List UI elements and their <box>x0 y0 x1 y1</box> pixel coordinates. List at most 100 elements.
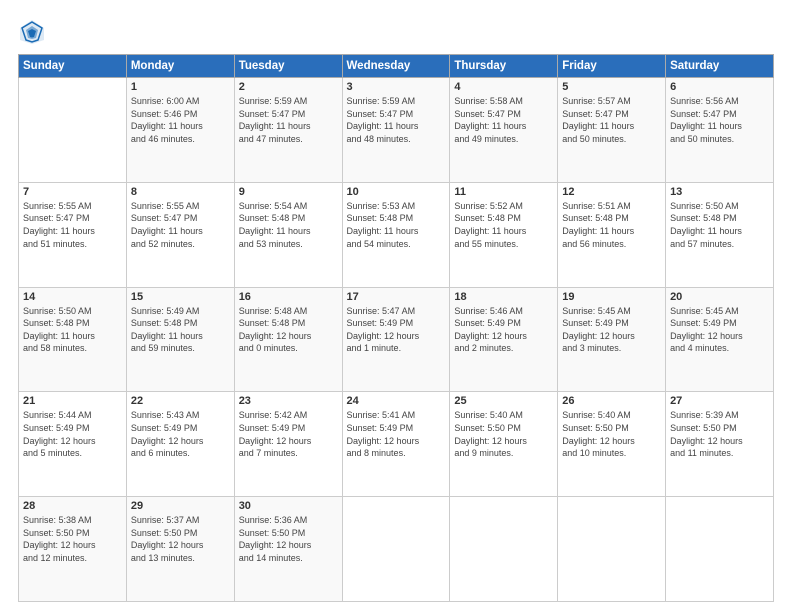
day-number: 21 <box>23 395 122 407</box>
day-number: 13 <box>670 186 769 198</box>
calendar-cell: 27 Sunrise: 5:39 AM Sunset: 5:50 PM Dayli… <box>666 392 774 497</box>
day-number: 24 <box>347 395 446 407</box>
day-number: 6 <box>670 81 769 93</box>
calendar-header-wednesday: Wednesday <box>342 55 450 78</box>
logo <box>18 18 50 46</box>
calendar-cell: 26Sunrise: 5:40 AM Sunset: 5:50 PM Dayli… <box>558 392 666 497</box>
calendar-cell: 8 Sunrise: 5:55 AM Sunset: 5:47 PM Daylig… <box>126 182 234 287</box>
day-number: 27 <box>670 395 769 407</box>
day-number: 3 <box>347 81 446 93</box>
day-info: Sunrise: 5:59 AM Sunset: 5:47 PM Dayligh… <box>347 95 446 145</box>
calendar-cell: 4 Sunrise: 5:58 AM Sunset: 5:47 PM Daylig… <box>450 78 558 183</box>
calendar-cell: 19 Sunrise: 5:45 AM Sunset: 5:49 PM Dayli… <box>558 287 666 392</box>
day-number: 9 <box>239 186 338 198</box>
day-info: Sunrise: 5:37 AM Sunset: 5:50 PM Dayligh… <box>131 514 230 564</box>
day-info: Sunrise: 5:39 AM Sunset: 5:50 PM Dayligh… <box>670 409 769 459</box>
calendar-cell: 23 Sunrise: 5:42 AM Sunset: 5:49 PM Dayli… <box>234 392 342 497</box>
day-number: 1 <box>131 81 230 93</box>
calendar-cell: 1 Sunrise: 6:00 AM Sunset: 5:46 PM Daylig… <box>126 78 234 183</box>
day-number: 30 <box>239 500 338 512</box>
calendar-week-5: 28 Sunrise: 5:38 AM Sunset: 5:50 PM Dayli… <box>19 497 774 602</box>
day-number: 28 <box>23 500 122 512</box>
day-number: 29 <box>131 500 230 512</box>
day-number: 17 <box>347 291 446 303</box>
day-info: Sunrise: 5:38 AM Sunset: 5:50 PM Dayligh… <box>23 514 122 564</box>
calendar-cell <box>19 78 127 183</box>
calendar-cell: 12Sunrise: 5:51 AM Sunset: 5:48 PM Dayli… <box>558 182 666 287</box>
calendar-header-friday: Friday <box>558 55 666 78</box>
calendar-cell: 24 Sunrise: 5:41 AM Sunset: 5:49 PM Dayli… <box>342 392 450 497</box>
calendar-cell: 6 Sunrise: 5:56 AM Sunset: 5:47 PM Daylig… <box>666 78 774 183</box>
day-info: Sunrise: 5:48 AM Sunset: 5:48 PM Dayligh… <box>239 305 338 355</box>
calendar-week-4: 21 Sunrise: 5:44 AM Sunset: 5:49 PM Dayli… <box>19 392 774 497</box>
calendar-cell: 22 Sunrise: 5:43 AM Sunset: 5:49 PM Dayli… <box>126 392 234 497</box>
day-info: Sunrise: 5:50 AM Sunset: 5:48 PM Dayligh… <box>23 305 122 355</box>
day-number: 20 <box>670 291 769 303</box>
day-number: 19 <box>562 291 661 303</box>
day-info: Sunrise: 5:41 AM Sunset: 5:49 PM Dayligh… <box>347 409 446 459</box>
day-number: 16 <box>239 291 338 303</box>
calendar-cell <box>450 497 558 602</box>
calendar-cell: 5Sunrise: 5:57 AM Sunset: 5:47 PM Daylig… <box>558 78 666 183</box>
day-info: Sunrise: 5:54 AM Sunset: 5:48 PM Dayligh… <box>239 200 338 250</box>
day-number: 10 <box>347 186 446 198</box>
calendar-header-tuesday: Tuesday <box>234 55 342 78</box>
day-info: Sunrise: 6:00 AM Sunset: 5:46 PM Dayligh… <box>131 95 230 145</box>
calendar-cell: 13Sunrise: 5:50 AM Sunset: 5:48 PM Dayli… <box>666 182 774 287</box>
day-info: Sunrise: 5:56 AM Sunset: 5:47 PM Dayligh… <box>670 95 769 145</box>
calendar-cell: 16 Sunrise: 5:48 AM Sunset: 5:48 PM Dayli… <box>234 287 342 392</box>
day-info: Sunrise: 5:55 AM Sunset: 5:47 PM Dayligh… <box>131 200 230 250</box>
calendar-week-1: 1 Sunrise: 6:00 AM Sunset: 5:46 PM Daylig… <box>19 78 774 183</box>
calendar-header-thursday: Thursday <box>450 55 558 78</box>
day-number: 23 <box>239 395 338 407</box>
calendar-cell: 17Sunrise: 5:47 AM Sunset: 5:49 PM Dayli… <box>342 287 450 392</box>
calendar-header-monday: Monday <box>126 55 234 78</box>
day-info: Sunrise: 5:44 AM Sunset: 5:49 PM Dayligh… <box>23 409 122 459</box>
header <box>18 18 774 46</box>
day-number: 14 <box>23 291 122 303</box>
day-info: Sunrise: 5:58 AM Sunset: 5:47 PM Dayligh… <box>454 95 553 145</box>
page: SundayMondayTuesdayWednesdayThursdayFrid… <box>0 0 792 612</box>
calendar-cell: 21 Sunrise: 5:44 AM Sunset: 5:49 PM Dayli… <box>19 392 127 497</box>
day-number: 2 <box>239 81 338 93</box>
day-info: Sunrise: 5:43 AM Sunset: 5:49 PM Dayligh… <box>131 409 230 459</box>
day-number: 18 <box>454 291 553 303</box>
day-info: Sunrise: 5:51 AM Sunset: 5:48 PM Dayligh… <box>562 200 661 250</box>
day-info: Sunrise: 5:49 AM Sunset: 5:48 PM Dayligh… <box>131 305 230 355</box>
day-number: 22 <box>131 395 230 407</box>
calendar-cell: 15 Sunrise: 5:49 AM Sunset: 5:48 PM Dayli… <box>126 287 234 392</box>
day-number: 8 <box>131 186 230 198</box>
calendar-cell: 25Sunrise: 5:40 AM Sunset: 5:50 PM Dayli… <box>450 392 558 497</box>
calendar-cell: 14 Sunrise: 5:50 AM Sunset: 5:48 PM Dayli… <box>19 287 127 392</box>
logo-icon <box>18 18 46 46</box>
calendar-cell: 18Sunrise: 5:46 AM Sunset: 5:49 PM Dayli… <box>450 287 558 392</box>
day-info: Sunrise: 5:40 AM Sunset: 5:50 PM Dayligh… <box>562 409 661 459</box>
day-number: 5 <box>562 81 661 93</box>
day-number: 15 <box>131 291 230 303</box>
day-info: Sunrise: 5:45 AM Sunset: 5:49 PM Dayligh… <box>562 305 661 355</box>
calendar-cell: 29 Sunrise: 5:37 AM Sunset: 5:50 PM Dayli… <box>126 497 234 602</box>
day-number: 7 <box>23 186 122 198</box>
day-info: Sunrise: 5:36 AM Sunset: 5:50 PM Dayligh… <box>239 514 338 564</box>
calendar-header-row: SundayMondayTuesdayWednesdayThursdayFrid… <box>19 55 774 78</box>
day-info: Sunrise: 5:59 AM Sunset: 5:47 PM Dayligh… <box>239 95 338 145</box>
day-number: 11 <box>454 186 553 198</box>
calendar-week-3: 14 Sunrise: 5:50 AM Sunset: 5:48 PM Dayli… <box>19 287 774 392</box>
calendar: SundayMondayTuesdayWednesdayThursdayFrid… <box>18 54 774 602</box>
day-info: Sunrise: 5:52 AM Sunset: 5:48 PM Dayligh… <box>454 200 553 250</box>
calendar-cell: 10 Sunrise: 5:53 AM Sunset: 5:48 PM Dayli… <box>342 182 450 287</box>
calendar-cell: 28 Sunrise: 5:38 AM Sunset: 5:50 PM Dayli… <box>19 497 127 602</box>
day-info: Sunrise: 5:53 AM Sunset: 5:48 PM Dayligh… <box>347 200 446 250</box>
day-info: Sunrise: 5:42 AM Sunset: 5:49 PM Dayligh… <box>239 409 338 459</box>
calendar-cell: 7Sunrise: 5:55 AM Sunset: 5:47 PM Daylig… <box>19 182 127 287</box>
day-info: Sunrise: 5:45 AM Sunset: 5:49 PM Dayligh… <box>670 305 769 355</box>
calendar-cell: 2 Sunrise: 5:59 AM Sunset: 5:47 PM Daylig… <box>234 78 342 183</box>
day-number: 4 <box>454 81 553 93</box>
day-number: 25 <box>454 395 553 407</box>
calendar-cell <box>558 497 666 602</box>
calendar-week-2: 7 Sunrise: 5:55 AM Sunset: 5:47 PM Daylig… <box>19 182 774 287</box>
calendar-cell: 11 Sunrise: 5:52 AM Sunset: 5:48 PM Dayli… <box>450 182 558 287</box>
calendar-cell: 3 Sunrise: 5:59 AM Sunset: 5:47 PM Daylig… <box>342 78 450 183</box>
calendar-header-saturday: Saturday <box>666 55 774 78</box>
calendar-cell: 30 Sunrise: 5:36 AM Sunset: 5:50 PM Dayli… <box>234 497 342 602</box>
